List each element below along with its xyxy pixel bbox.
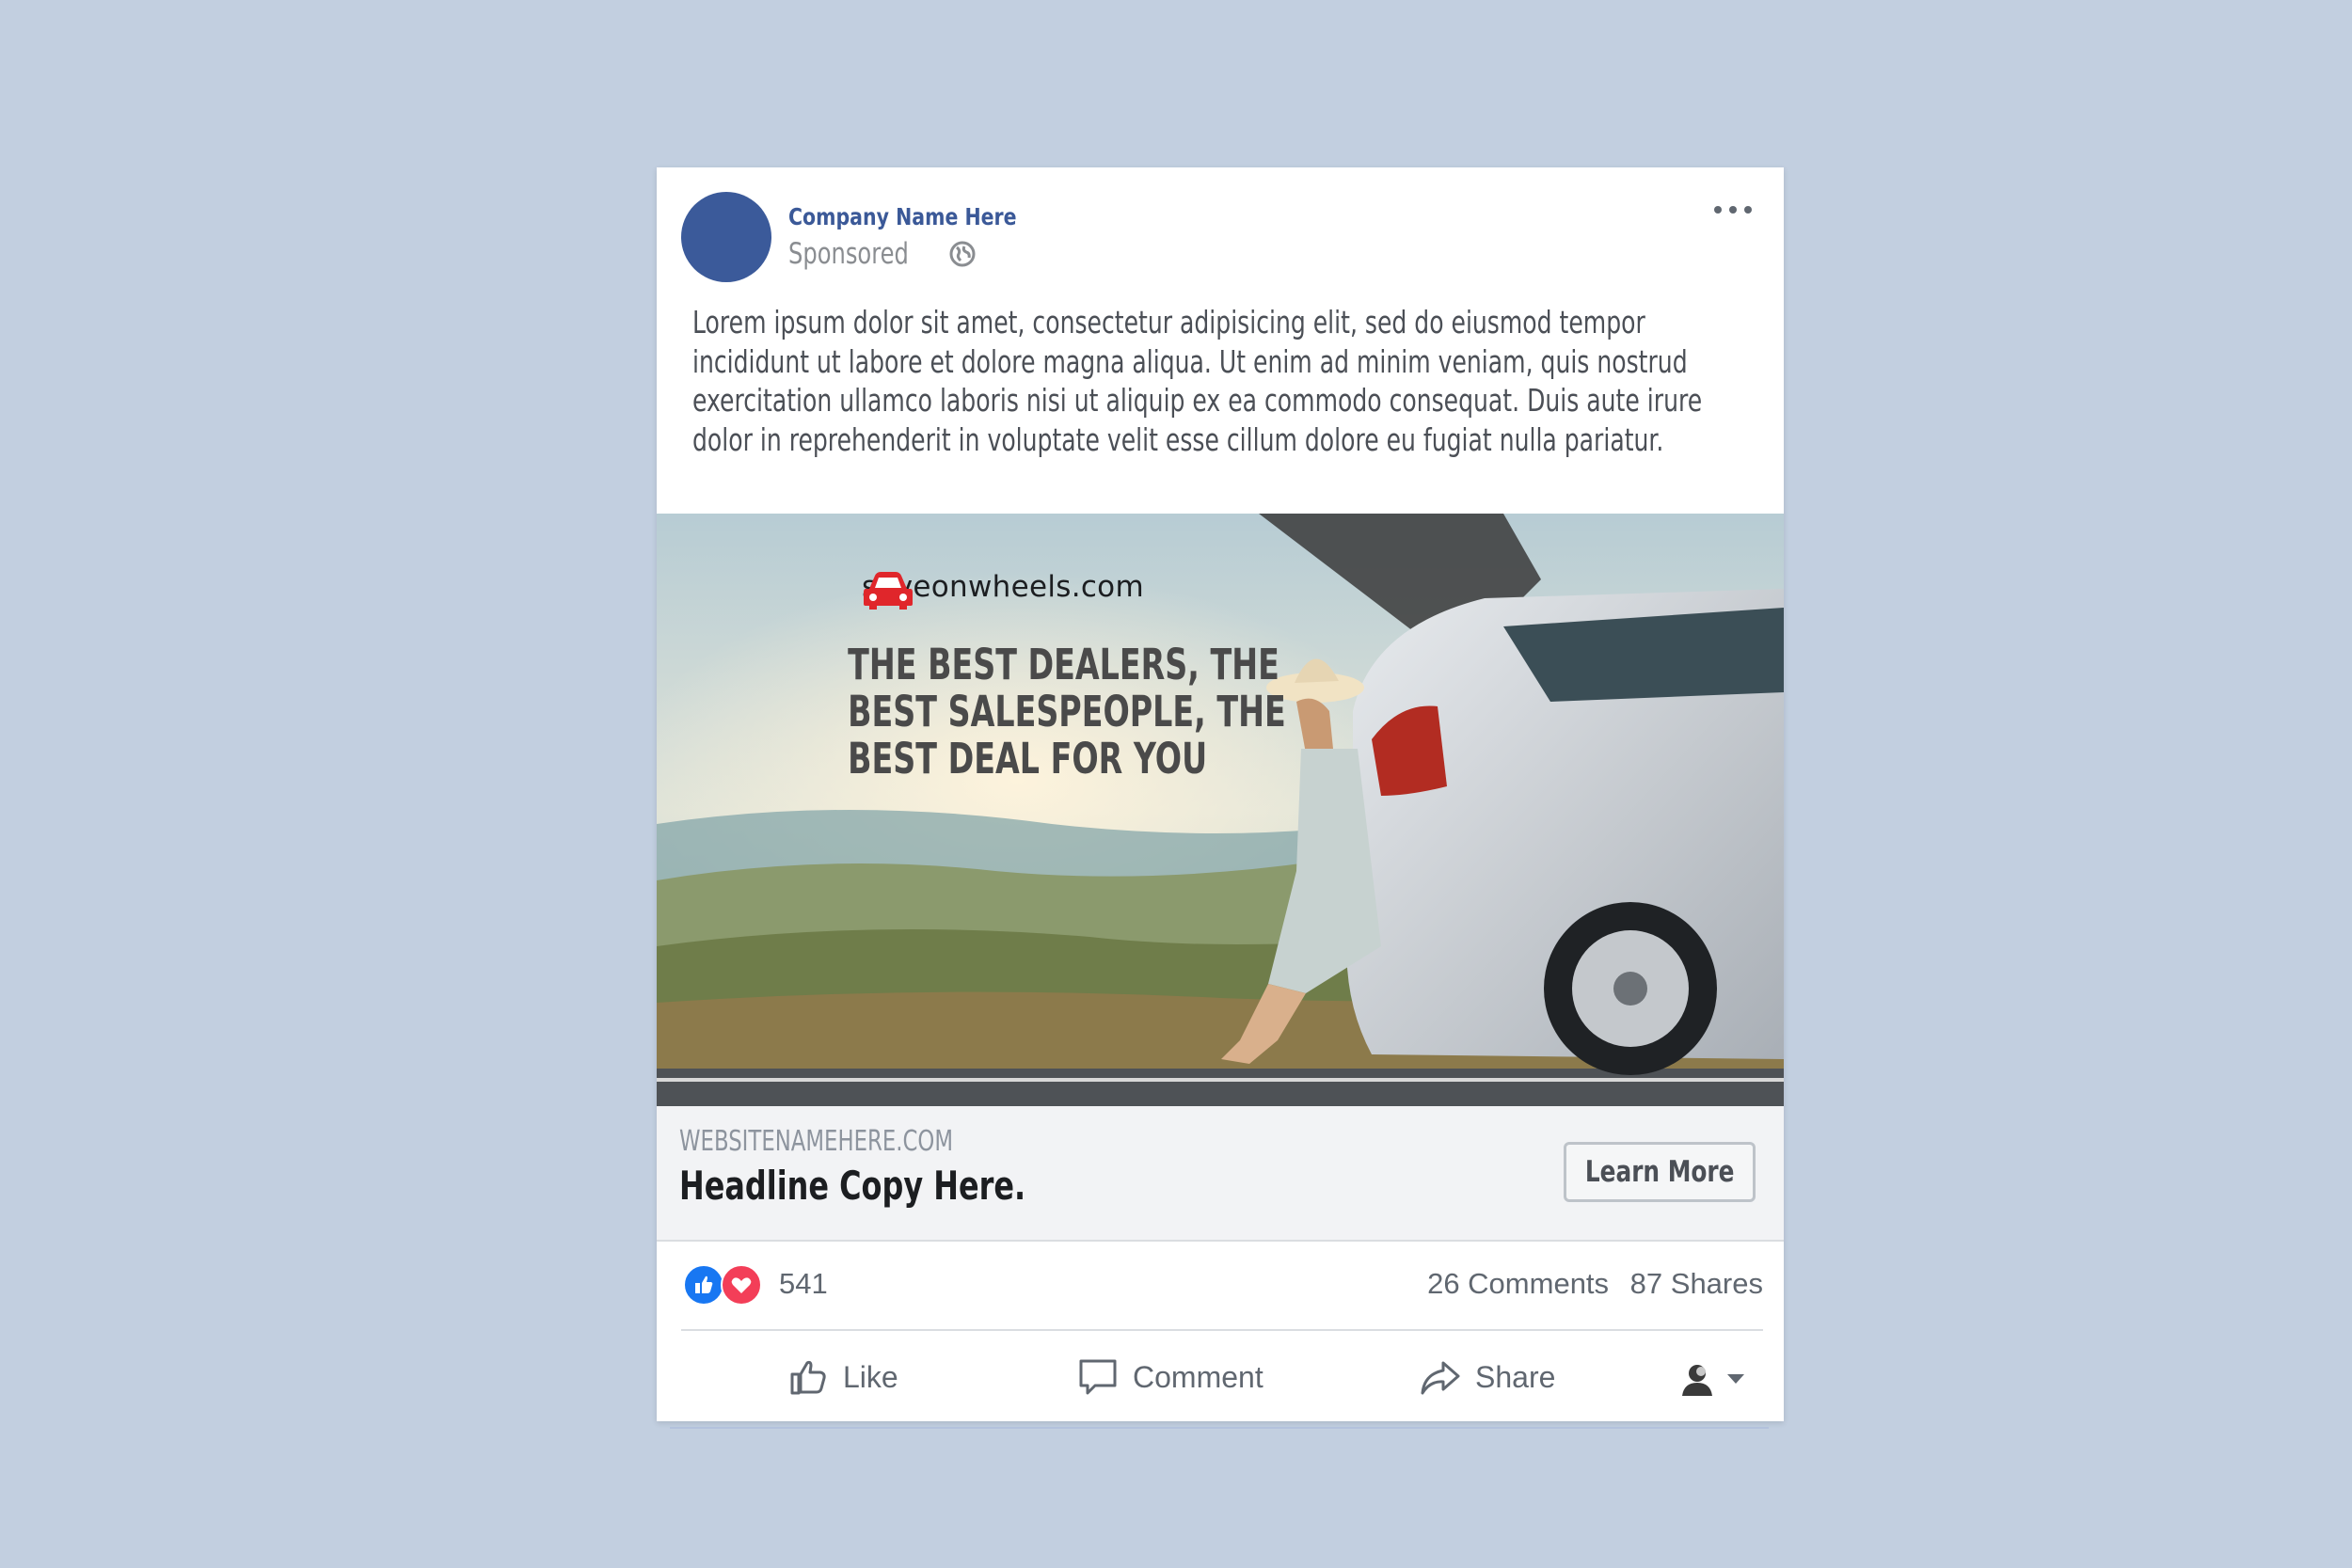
comment-label: Comment — [1133, 1359, 1263, 1394]
sponsored-post-card: Company Name Here Sponsored Lorem ipsum … — [657, 167, 1784, 1421]
comment-icon — [1079, 1359, 1117, 1395]
audience-selector[interactable] — [1678, 1360, 1746, 1398]
share-label: Share — [1475, 1359, 1556, 1394]
reaction-icons[interactable] — [683, 1264, 768, 1306]
post-body-line: incididunt ut labore et dolore magna ali… — [692, 342, 1688, 380]
site-url: WEBSITENAMEHERE.COM — [679, 1125, 954, 1158]
learn-more-button[interactable]: Learn More — [1564, 1142, 1756, 1202]
post-header: Company Name Here Sponsored — [657, 167, 1784, 299]
like-button[interactable]: Like — [787, 1351, 898, 1403]
ad-tagline-line: BEST SALESPEOPLE, THE — [848, 687, 1286, 736]
post-body-text: Lorem ipsum dolor sit amet, consectetur … — [692, 303, 1703, 459]
ad-brand: saveonwheels.com — [862, 570, 1144, 610]
ad-tagline-line: BEST DEAL FOR YOU — [848, 734, 1208, 784]
post-body-line: Lorem ipsum dolor sit amet, consectetur … — [692, 304, 1645, 341]
post-actions: Like Comment Share — [657, 1332, 1784, 1421]
post-body-line: dolor in reprehenderit in voluptate veli… — [692, 420, 1664, 458]
like-label: Like — [843, 1359, 898, 1394]
actions-divider — [681, 1329, 1763, 1331]
sponsored-row: Sponsored — [788, 237, 977, 271]
comments-count-link[interactable]: 26 Comments — [1427, 1267, 1609, 1300]
reaction-count[interactable]: 541 — [779, 1267, 828, 1301]
company-name-link[interactable]: Company Name Here — [788, 203, 1017, 230]
thumbs-up-icon — [790, 1360, 826, 1395]
sponsored-label: Sponsored — [788, 237, 909, 271]
ad-creative-image[interactable]: saveonwheels.com THE BEST DEALERS, THE B… — [657, 514, 1784, 1106]
love-react-icon — [721, 1264, 762, 1306]
car-logo-icon — [864, 572, 913, 610]
card-shadow-line — [670, 1427, 1769, 1429]
share-button[interactable]: Share — [1419, 1351, 1555, 1403]
caret-down-icon — [1727, 1374, 1744, 1384]
ad-scene-illustration — [657, 514, 1784, 1106]
link-headline[interactable]: Headline Copy Here. — [679, 1163, 1025, 1209]
post-body-line: exercitation ullamco laboris nisi ut ali… — [692, 382, 1703, 419]
profile-avatar-icon — [1682, 1365, 1712, 1396]
ad-tagline: THE BEST DEALERS, THE BEST SALESPEOPLE, … — [788, 640, 1286, 784]
learn-more-label: Learn More — [1584, 1155, 1735, 1189]
shares-count-link[interactable]: 87 Shares — [1630, 1267, 1763, 1300]
more-options-icon[interactable] — [1714, 203, 1752, 216]
engagement-stats: 26 Comments 87 Shares — [1414, 1267, 1763, 1301]
share-icon — [1421, 1361, 1460, 1395]
ad-tagline-line: THE BEST DEALERS, THE — [848, 640, 1279, 689]
comment-button[interactable]: Comment — [1076, 1351, 1263, 1403]
link-preview-bar[interactable]: WEBSITENAMEHERE.COM Headline Copy Here. … — [657, 1106, 1784, 1242]
page-avatar[interactable] — [681, 192, 771, 282]
globe-icon[interactable] — [948, 240, 977, 268]
reactions-bar: 541 26 Comments 87 Shares — [657, 1242, 1784, 1326]
like-react-icon — [683, 1264, 724, 1306]
